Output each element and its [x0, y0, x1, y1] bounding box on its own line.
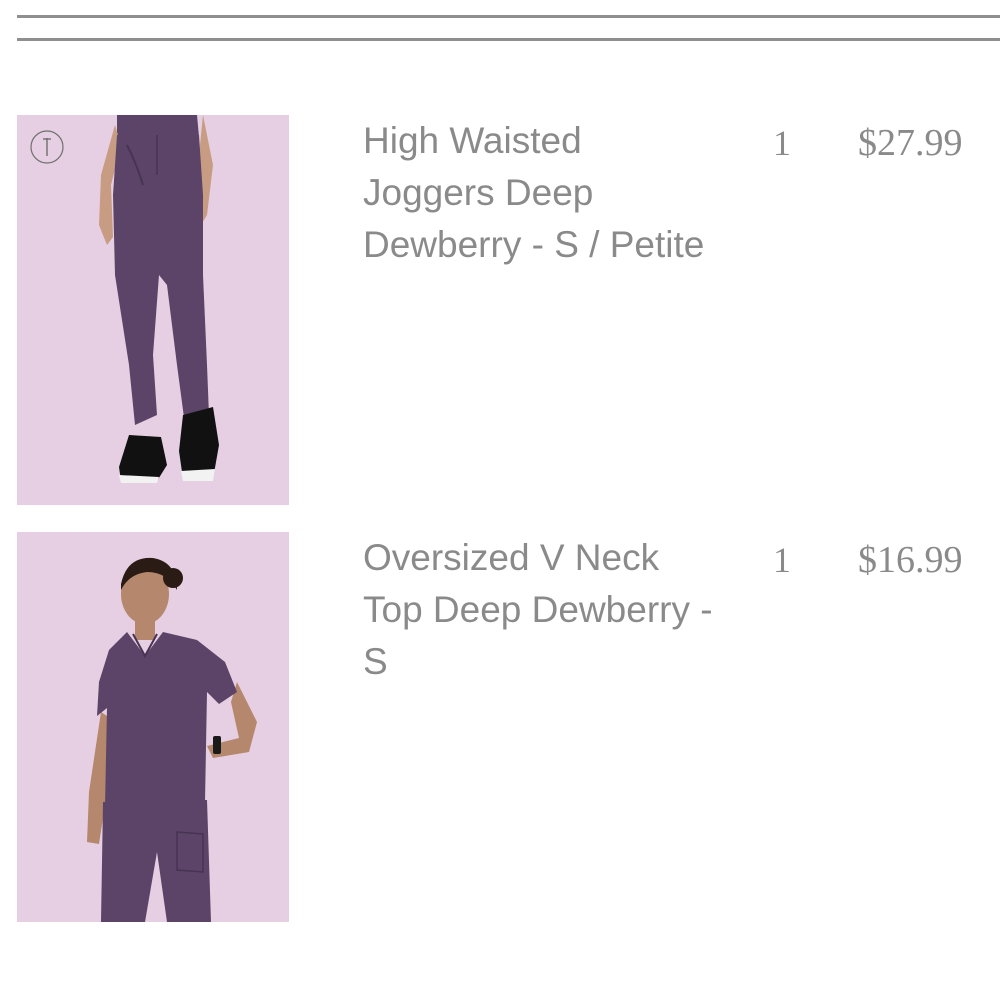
product-image-joggers[interactable]: [17, 115, 289, 505]
product-name[interactable]: Oversized V Neck Top Deep Dewberry - S: [363, 532, 723, 688]
product-image-top[interactable]: [17, 532, 289, 922]
header-divider: [17, 38, 1000, 41]
item-price: $16.99: [858, 539, 963, 581]
cart-line-item: High Waisted Joggers Deep Dewberry - S /…: [17, 115, 1000, 505]
item-quantity: 1: [773, 540, 791, 580]
product-name[interactable]: High Waisted Joggers Deep Dewberry - S /…: [363, 115, 723, 271]
cart-line-item: Oversized V Neck Top Deep Dewberry - S 1…: [17, 532, 1000, 922]
item-price: $27.99: [858, 122, 963, 164]
top-divider: [17, 15, 1000, 18]
item-quantity: 1: [773, 123, 791, 163]
